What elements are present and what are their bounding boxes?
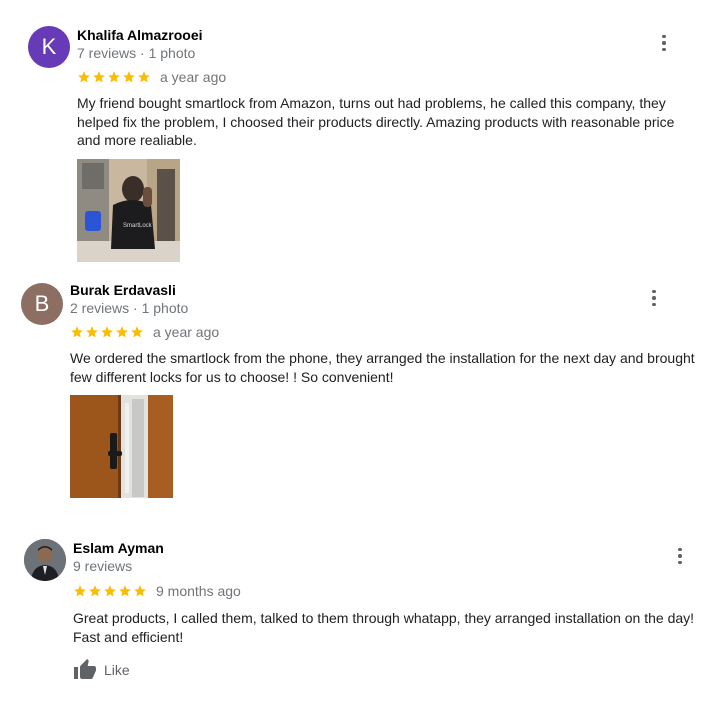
like-button[interactable]: Like	[73, 658, 130, 682]
star-icon	[78, 71, 90, 83]
review-text: My friend bought smartlock from Amazon, …	[77, 95, 675, 148]
reviewer-meta: 7 reviews · 1 photo	[77, 45, 196, 61]
more-options-icon[interactable]	[652, 31, 676, 55]
svg-text:SmartLock: SmartLock	[123, 223, 153, 229]
star-icon	[104, 585, 116, 597]
more-options-icon[interactable]	[642, 286, 666, 310]
star-icon	[134, 585, 146, 597]
rating-row: a year ago	[70, 324, 219, 340]
review-date: 9 months ago	[156, 583, 241, 599]
star-icon	[119, 585, 131, 597]
review-date: a year ago	[160, 69, 227, 85]
star-icon	[89, 585, 101, 597]
reviewer-meta: 9 reviews	[73, 558, 133, 574]
review-photo[interactable]: SmartLock	[77, 159, 180, 262]
more-options-icon[interactable]	[668, 544, 692, 568]
door-lock-photo-icon	[70, 395, 173, 498]
star-icon	[93, 71, 105, 83]
profile-photo-icon	[24, 539, 66, 581]
star-icon	[108, 71, 120, 83]
review-photo[interactable]	[70, 395, 173, 498]
like-label: Like	[104, 662, 130, 678]
rating-row: 9 months ago	[73, 583, 241, 599]
star-icon	[101, 326, 113, 338]
star-rating	[73, 584, 147, 598]
star-icon	[131, 326, 143, 338]
star-rating	[70, 325, 144, 339]
star-icon	[116, 326, 128, 338]
review-text: Great products, I called them, talked to…	[73, 610, 695, 645]
review-date: a year ago	[153, 324, 220, 340]
review-text: We ordered the smartlock from the phone,…	[70, 350, 695, 385]
avatar[interactable]: K	[28, 26, 70, 68]
thumbs-up-icon	[74, 659, 96, 679]
star-icon	[71, 326, 83, 338]
avatar[interactable]	[24, 539, 66, 581]
star-rating	[77, 70, 151, 84]
rating-row: a year ago	[77, 69, 226, 85]
star-icon	[138, 71, 150, 83]
star-icon	[123, 71, 135, 83]
reviewer-name[interactable]: Burak Erdavasli	[70, 282, 176, 298]
star-icon	[86, 326, 98, 338]
star-icon	[74, 585, 86, 597]
reviewer-name[interactable]: Khalifa Almazrooei	[77, 27, 203, 43]
reviewer-name[interactable]: Eslam Ayman	[73, 540, 164, 556]
avatar[interactable]: B	[21, 283, 63, 325]
reviewer-meta: 2 reviews · 1 photo	[70, 300, 189, 316]
installer-photo-icon: SmartLock	[77, 159, 180, 262]
